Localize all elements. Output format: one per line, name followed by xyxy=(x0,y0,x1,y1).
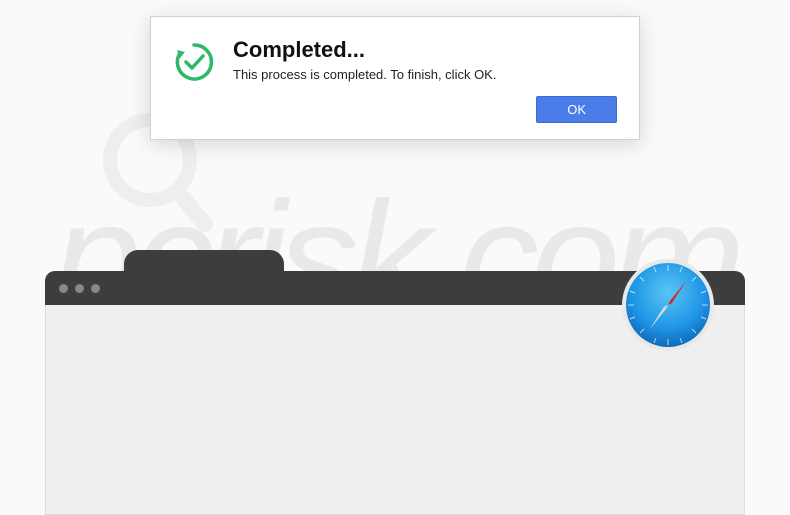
window-controls xyxy=(45,271,125,305)
dialog-title: Completed... xyxy=(233,37,617,63)
browser-viewport xyxy=(45,305,745,515)
checkmark-refresh-icon xyxy=(173,41,215,83)
ok-button[interactable]: OK xyxy=(536,96,617,123)
browser-window xyxy=(45,271,745,515)
safari-compass-icon xyxy=(620,257,716,353)
completion-dialog: Completed... This process is completed. … xyxy=(150,16,640,140)
window-control-dot[interactable] xyxy=(75,284,84,293)
window-control-dot[interactable] xyxy=(91,284,100,293)
dialog-message: This process is completed. To finish, cl… xyxy=(233,67,617,82)
browser-tab-active[interactable] xyxy=(124,250,284,305)
window-control-dot[interactable] xyxy=(59,284,68,293)
dialog-content: Completed... This process is completed. … xyxy=(233,37,617,123)
dialog-button-row: OK xyxy=(233,96,617,123)
